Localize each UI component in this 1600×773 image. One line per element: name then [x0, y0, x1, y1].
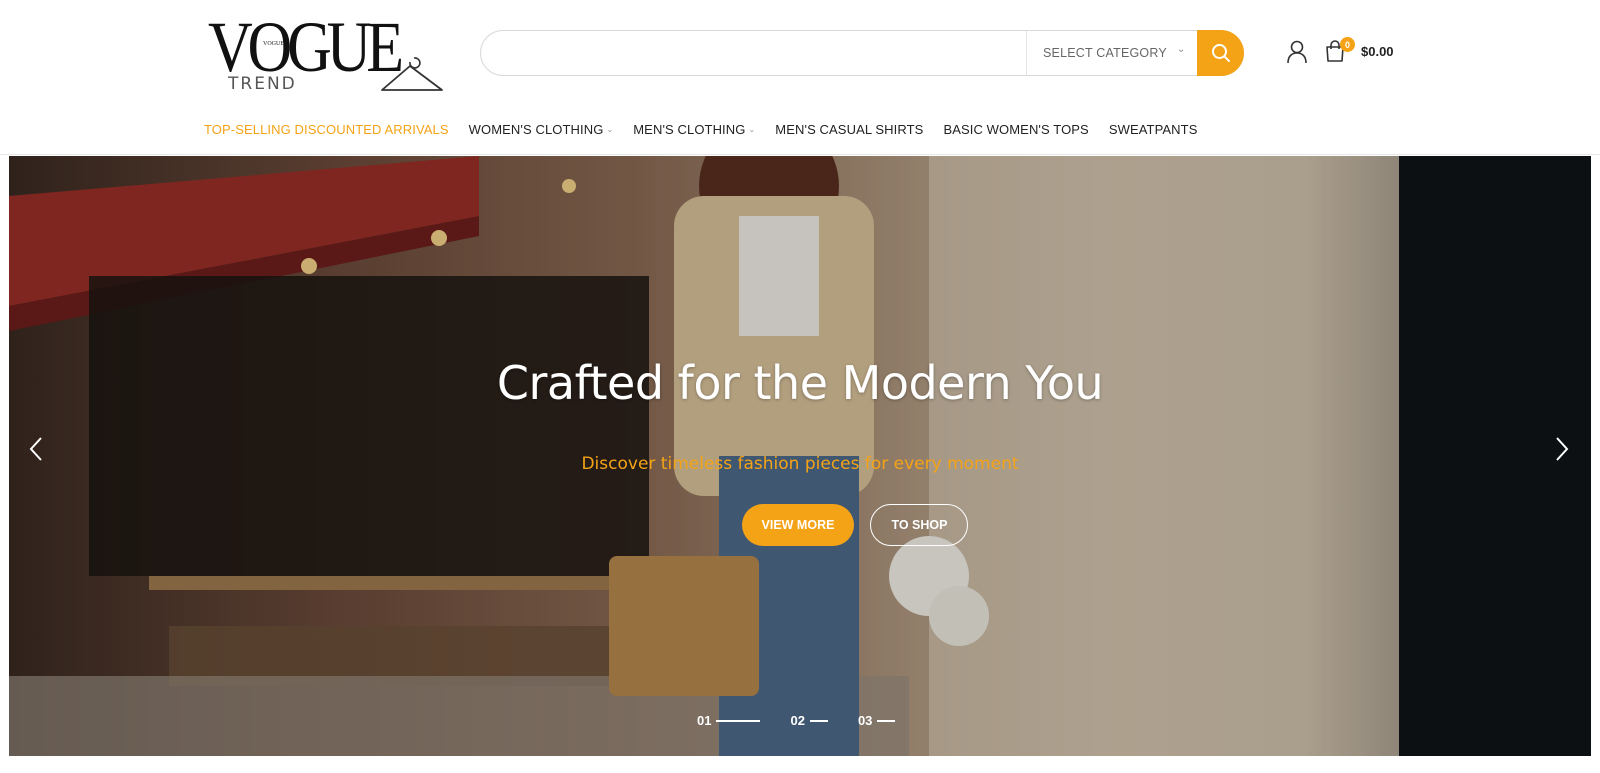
nav-item-top-selling[interactable]: TOP-SELLING DISCOUNTED ARRIVALS — [204, 122, 449, 137]
nav-item-mens-clothing[interactable]: MEN'S CLOTHING ⌄ — [633, 122, 755, 137]
hero-actions: VIEW MORE TO SHOP — [9, 504, 1591, 546]
search-button[interactable] — [1197, 30, 1244, 76]
category-select[interactable]: SELECT CATEGORY ⌄ — [1026, 31, 1198, 75]
chevron-down-icon: ⌄ — [748, 124, 756, 134]
site-logo[interactable]: VOGUE VOGUE TREND — [208, 7, 448, 98]
cart-total: $0.00 — [1361, 44, 1394, 59]
slider-next-button[interactable] — [1547, 434, 1577, 464]
nav-item-label: MEN'S CASUAL SHIRTS — [775, 121, 924, 137]
category-select-label: SELECT CATEGORY — [1043, 46, 1167, 60]
nav-item-label: WOMEN'S CLOTHING — [468, 121, 604, 137]
slide-progress-line — [809, 719, 828, 722]
slide-progress-line — [877, 719, 896, 722]
slide-indicator-1[interactable]: 01 — [697, 713, 761, 728]
logo-subtitle: TREND — [228, 74, 297, 94]
search-icon — [1211, 44, 1230, 62]
nav-item-basic-womens-tops[interactable]: BASIC WOMEN'S TOPS — [943, 122, 1088, 137]
nav-item-sweatpants[interactable]: SWEATPANTS — [1109, 122, 1198, 137]
hero-slider: Crafted for the Modern You Discover time… — [9, 156, 1591, 756]
nav-item-label: TOP-SELLING DISCOUNTED ARRIVALS — [204, 121, 449, 137]
to-shop-button[interactable]: TO SHOP — [870, 504, 969, 546]
slider-prev-button[interactable] — [21, 434, 51, 464]
slide-number: 03 — [857, 713, 873, 728]
hanger-icon — [381, 57, 443, 91]
view-more-button[interactable]: VIEW MORE — [741, 504, 855, 546]
chevron-right-icon — [1556, 437, 1569, 461]
cart-count-badge: 0 — [1340, 37, 1355, 52]
nav-item-womens-clothing[interactable]: WOMEN'S CLOTHING ⌄ — [469, 122, 614, 137]
chevron-down-icon: ⌄ — [1177, 44, 1186, 55]
logo-wordmark: VOGUE — [208, 7, 404, 87]
slide-number: 01 — [697, 713, 712, 728]
slider-pagination: 01 02 03 — [697, 713, 925, 728]
main-navigation: TOP-SELLING DISCOUNTED ARRIVALS WOMEN'S … — [204, 118, 1217, 140]
site-header: VOGUE VOGUE TREND SELECT CATEGORY ⌄ 0 $0… — [0, 0, 1600, 155]
slide-number: 02 — [790, 713, 805, 728]
hero-subtitle: Discover timeless fashion pieces for eve… — [581, 454, 1019, 474]
nav-item-mens-casual-shirts[interactable]: MEN'S CASUAL SHIRTS — [775, 122, 923, 137]
slide-indicator-2[interactable]: 02 — [790, 713, 828, 728]
nav-item-label: MEN'S CLOTHING — [633, 121, 746, 137]
search-bar: SELECT CATEGORY ⌄ — [480, 30, 1244, 76]
nav-item-label: BASIC WOMEN'S TOPS — [943, 121, 1089, 137]
slide-progress-line — [716, 719, 761, 722]
slide-indicator-3[interactable]: 03 — [857, 713, 896, 728]
chevron-down-icon: ⌄ — [606, 124, 614, 134]
nav-item-label: SWEATPANTS — [1108, 121, 1198, 137]
logo-small-wordmark: VOGUE — [263, 41, 284, 47]
hero-title: Crafted for the Modern You — [496, 356, 1104, 410]
search-input[interactable] — [497, 31, 1017, 75]
chevron-left-icon — [29, 437, 42, 461]
user-icon[interactable] — [1286, 40, 1308, 64]
